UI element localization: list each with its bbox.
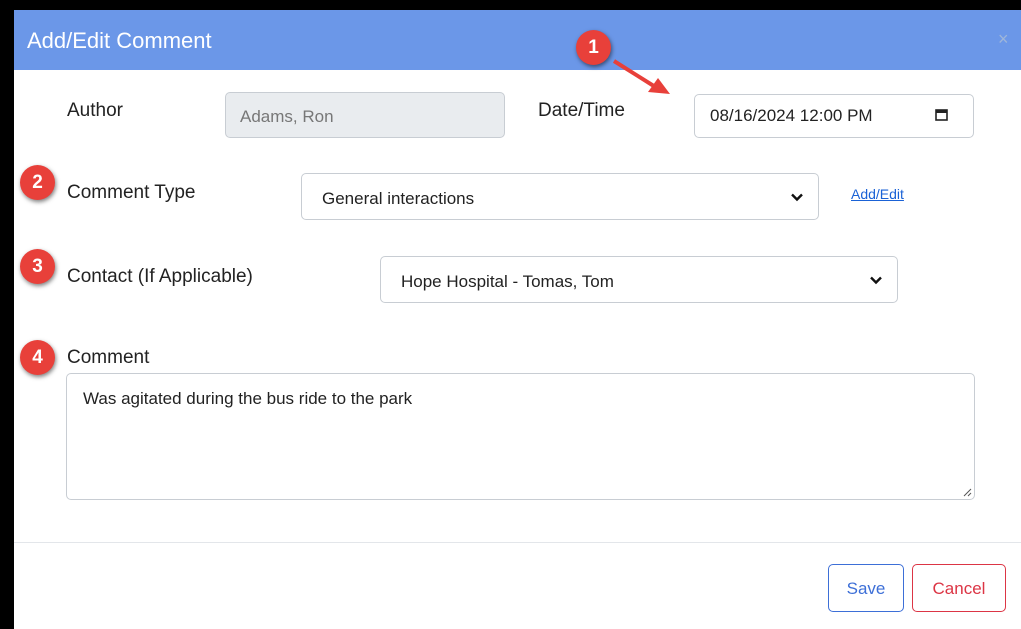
arrow-icon xyxy=(612,59,670,94)
annotation-badge-4: 4 xyxy=(20,340,55,375)
annotation-badge-2: 2 xyxy=(20,165,55,200)
annotation-badge-3: 3 xyxy=(20,249,55,284)
annotation-badge-1: 1 xyxy=(576,30,611,65)
